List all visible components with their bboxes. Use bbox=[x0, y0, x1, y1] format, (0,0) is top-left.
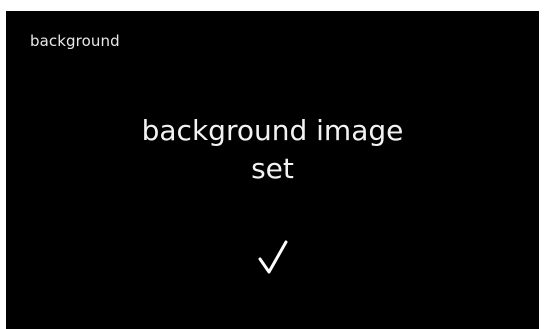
status-message-line-2: set bbox=[251, 152, 294, 185]
confirmation-screen: background background image set bbox=[6, 11, 539, 329]
screen-title: background bbox=[30, 32, 120, 50]
status-message-line-1: background image bbox=[141, 114, 404, 147]
confirm-check-container[interactable] bbox=[6, 239, 539, 275]
checkmark-icon[interactable] bbox=[257, 239, 289, 275]
status-message: background image set bbox=[6, 112, 539, 188]
